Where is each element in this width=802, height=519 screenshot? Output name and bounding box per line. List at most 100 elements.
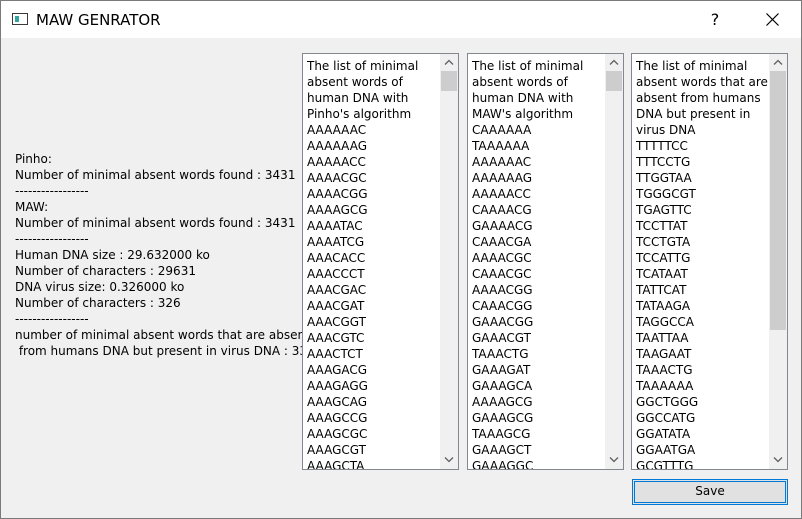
list-item[interactable]: GGCTGGG	[636, 394, 767, 410]
list-item[interactable]: The list of minimal	[472, 58, 603, 74]
list-item[interactable]: GGATATA	[636, 426, 767, 442]
list-item[interactable]: absent words of	[307, 74, 438, 90]
list-item[interactable]: TGAGTTC	[636, 202, 767, 218]
list-item[interactable]: GGAATGA	[636, 442, 767, 458]
list-item[interactable]: AAAAAAG	[307, 138, 438, 154]
list-item[interactable]: GAAACGT	[472, 330, 603, 346]
list-item[interactable]: AAAGACG	[307, 362, 438, 378]
list-item[interactable]: TAAAGCG	[472, 426, 603, 442]
maw-words-list[interactable]: The list of minimal absent words of human …	[467, 53, 624, 470]
chevron-up-icon	[609, 59, 619, 65]
list-item[interactable]: GGCCATG	[636, 410, 767, 426]
list-item[interactable]: absent words of	[472, 74, 603, 90]
list-item[interactable]: absent from humans	[636, 90, 767, 106]
list-item[interactable]: AAACGAC	[307, 282, 438, 298]
list-item[interactable]: TCCTTAT	[636, 218, 767, 234]
scroll-up-button[interactable]	[440, 54, 458, 71]
list-item[interactable]: AAAGCAG	[307, 394, 438, 410]
list-item[interactable]: MAW's algorithm	[472, 106, 603, 122]
pinho-words-list[interactable]: The list of minimal absent words of human …	[302, 53, 459, 470]
scroll-thumb[interactable]	[606, 71, 622, 91]
scroll-down-button[interactable]	[769, 452, 787, 469]
list-item[interactable]: AAAACGG	[307, 186, 438, 202]
list-item[interactable]: human DNA with	[472, 90, 603, 106]
list-item[interactable]: GAAAGCT	[472, 442, 603, 458]
list-item[interactable]: AAAGCCG	[307, 410, 438, 426]
list-item[interactable]: TAAACTG	[636, 362, 767, 378]
list-item[interactable]: AAAGCGT	[307, 442, 438, 458]
list-item[interactable]: AAAGCTA	[307, 458, 438, 469]
list-item[interactable]: GAAAGCG	[472, 410, 603, 426]
list-item[interactable]: GAAAGAT	[472, 362, 603, 378]
list-item[interactable]: TAGGCCA	[636, 314, 767, 330]
list-item[interactable]: AAAGAGG	[307, 378, 438, 394]
list-item[interactable]: AAAATCG	[307, 234, 438, 250]
list-item[interactable]: GCGTTTG	[636, 458, 767, 469]
list-item[interactable]: GAAAGGC	[472, 458, 603, 469]
list-item[interactable]: AAACGGT	[307, 314, 438, 330]
title-bar[interactable]: MAW GENRATOR ?	[1, 1, 801, 38]
list-item[interactable]: CAAAAAA	[472, 122, 603, 138]
list-item[interactable]: TCATAAT	[636, 266, 767, 282]
list-item[interactable]: human DNA with	[307, 90, 438, 106]
scroll-down-button[interactable]	[605, 452, 623, 469]
list-item[interactable]: TTTCCTG	[636, 154, 767, 170]
list-item[interactable]: TCCATTG	[636, 250, 767, 266]
list-item[interactable]: GAAACGG	[472, 314, 603, 330]
chevron-down-icon	[444, 457, 454, 463]
list-item[interactable]: virus DNA	[636, 122, 767, 138]
list-item[interactable]: AAAACGC	[307, 170, 438, 186]
vertical-scrollbar[interactable]	[769, 54, 787, 469]
list-item[interactable]: AAAAGCG	[472, 394, 603, 410]
list-item[interactable]: AAACTCT	[307, 346, 438, 362]
vertical-scrollbar[interactable]	[605, 54, 623, 469]
list-item[interactable]: CAAACGA	[472, 234, 603, 250]
list-item[interactable]: AAACGTC	[307, 330, 438, 346]
list-item[interactable]: AAAAAAG	[472, 170, 603, 186]
list-item[interactable]: TTGGTAA	[636, 170, 767, 186]
window-title: MAW GENRATOR	[36, 11, 161, 29]
list-item[interactable]: AAACCCT	[307, 266, 438, 282]
list-item[interactable]: AAAAAAC	[472, 154, 603, 170]
list-item[interactable]: TAAAAAA	[636, 378, 767, 394]
list-item[interactable]: AAACACC	[307, 250, 438, 266]
help-button[interactable]: ?	[694, 1, 736, 38]
list-item[interactable]: TAATTAA	[636, 330, 767, 346]
list-item[interactable]: AAAATAC	[307, 218, 438, 234]
list-item[interactable]: TATTCAT	[636, 282, 767, 298]
list-item[interactable]: TGGGCGT	[636, 186, 767, 202]
list-item[interactable]: TTTTTCC	[636, 138, 767, 154]
scroll-up-button[interactable]	[769, 54, 787, 71]
scroll-thumb[interactable]	[441, 71, 457, 91]
list-item[interactable]: AAAACGG	[472, 282, 603, 298]
list-item[interactable]: DNA but present in	[636, 106, 767, 122]
list-item[interactable]: AAAAGCG	[307, 202, 438, 218]
list-item[interactable]: The list of minimal	[636, 58, 767, 74]
list-item[interactable]: AAACGAT	[307, 298, 438, 314]
scroll-up-button[interactable]	[605, 54, 623, 71]
list-item[interactable]: TCCTGTA	[636, 234, 767, 250]
list-item[interactable]: TAAACTG	[472, 346, 603, 362]
list-item[interactable]: Pinho's algorithm	[307, 106, 438, 122]
list-item[interactable]: AAAAAAC	[307, 122, 438, 138]
list-item[interactable]: CAAACGG	[472, 298, 603, 314]
vertical-scrollbar[interactable]	[440, 54, 458, 469]
scroll-down-button[interactable]	[440, 452, 458, 469]
list-item[interactable]: The list of minimal	[307, 58, 438, 74]
list-item[interactable]: GAAAGCA	[472, 378, 603, 394]
list-item[interactable]: TAAAAAA	[472, 138, 603, 154]
list-item[interactable]: TAAGAAT	[636, 346, 767, 362]
list-item[interactable]: CAAAACG	[472, 202, 603, 218]
list-item[interactable]: CAAACGC	[472, 266, 603, 282]
list-item[interactable]: TATAAGA	[636, 298, 767, 314]
list-item[interactable]: AAAAACC	[307, 154, 438, 170]
list-item[interactable]: AAAGCGC	[307, 426, 438, 442]
list-item[interactable]: GAAAACG	[472, 218, 603, 234]
scroll-thumb[interactable]	[770, 71, 786, 330]
list-item[interactable]: absent words that are	[636, 74, 768, 90]
close-button[interactable]	[747, 1, 797, 38]
list-item[interactable]: AAAACGC	[472, 250, 603, 266]
virus-words-list[interactable]: The list of minimal absent words that are…	[631, 53, 788, 470]
list-item[interactable]: AAAAACC	[472, 186, 603, 202]
save-button[interactable]: Save	[632, 479, 788, 505]
